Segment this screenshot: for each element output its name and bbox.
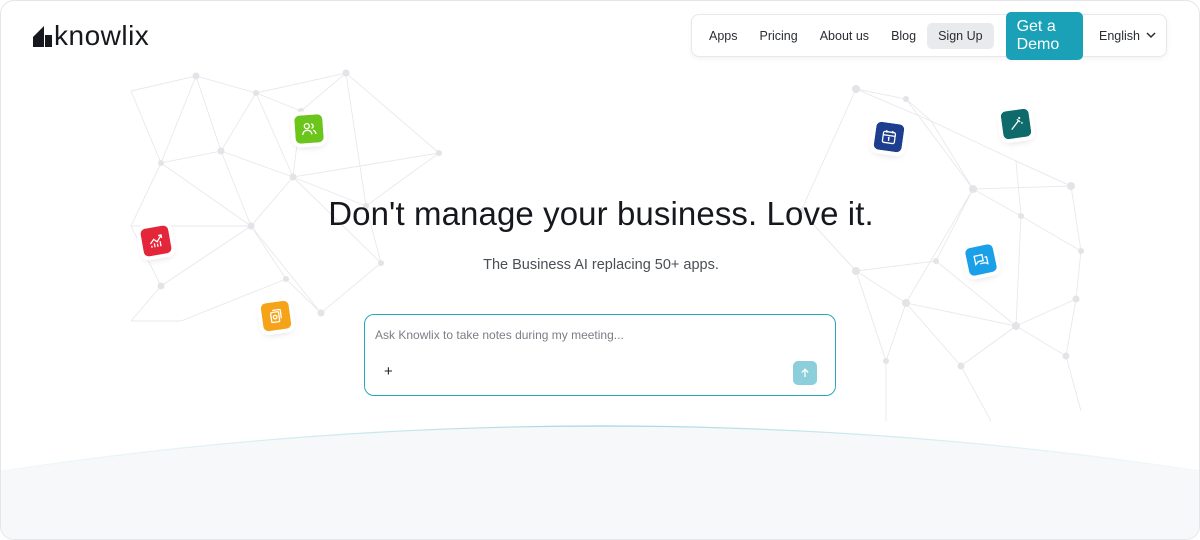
logo-mark-icon [33, 26, 52, 47]
files-icon [255, 295, 297, 337]
nav-blog[interactable]: Blog [880, 23, 927, 49]
ai-prompt-input[interactable] [375, 325, 815, 345]
nav-apps[interactable]: Apps [698, 23, 749, 49]
magic-wand-icon [995, 103, 1037, 145]
main-nav: Apps Pricing About us Blog Sign Up Get a… [691, 11, 1167, 60]
send-button[interactable] [793, 361, 817, 385]
hero-subtitle: The Business AI replacing 50+ apps. [483, 257, 719, 273]
people-icon [289, 109, 329, 149]
hero-title: Don't manage your business. Love it. [328, 195, 874, 232]
page-frame: knowlix Apps Pricing About us Blog Sign … [0, 0, 1200, 540]
nav-pricing[interactable]: Pricing [749, 23, 809, 49]
bottom-curve-section [1, 425, 1199, 539]
calendar-icon [868, 116, 910, 158]
add-attachment-button[interactable]: + [384, 364, 393, 380]
sign-up-button[interactable]: Sign Up [927, 22, 994, 49]
brand-logo[interactable]: knowlix [33, 21, 149, 51]
brand-name: knowlix [54, 20, 150, 51]
get-demo-button[interactable]: Get a Demo [1005, 11, 1083, 60]
language-selector[interactable]: English [1095, 23, 1160, 49]
chevron-down-icon [1146, 32, 1156, 39]
arrow-up-icon [801, 368, 809, 377]
ai-prompt-box: + [364, 314, 836, 396]
language-label: English [1099, 28, 1140, 43]
nav-about-us[interactable]: About us [809, 23, 880, 49]
